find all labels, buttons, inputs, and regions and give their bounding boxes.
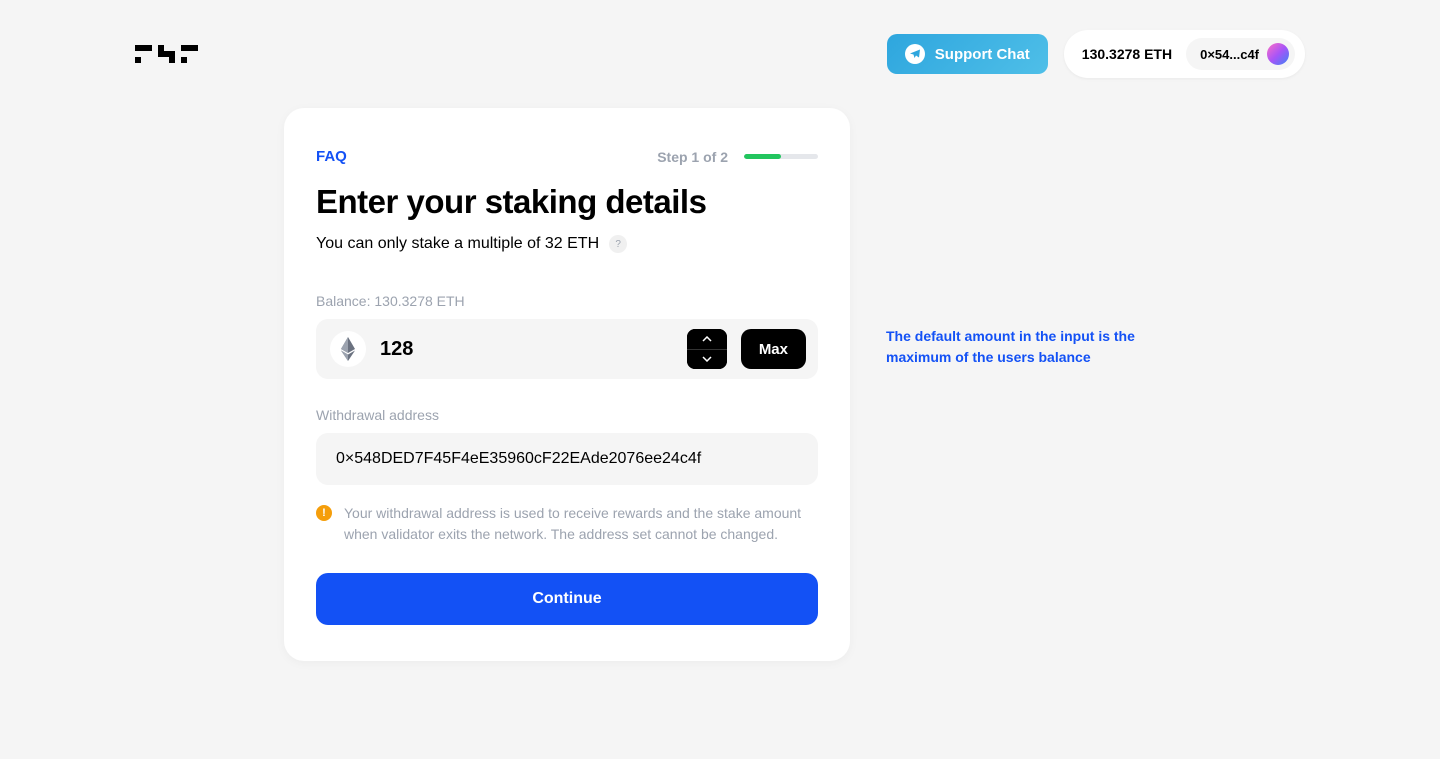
page-title: Enter your staking details xyxy=(316,183,818,221)
amount-input[interactable] xyxy=(380,338,673,361)
chevron-up-icon xyxy=(702,336,712,342)
subtitle-row: You can only stake a multiple of 32 ETH … xyxy=(316,235,818,253)
chevron-down-icon xyxy=(702,356,712,362)
progress-fill xyxy=(744,154,781,159)
wallet-info[interactable]: 130.3278 ETH 0×54...c4f xyxy=(1064,30,1305,78)
faq-link[interactable]: FAQ xyxy=(316,148,347,165)
step-indicator: Step 1 of 2 xyxy=(657,149,818,165)
help-icon[interactable]: ? xyxy=(609,235,627,253)
stepper-down-button[interactable] xyxy=(687,350,727,370)
app-header: Support Chat 130.3278 ETH 0×54...c4f xyxy=(0,0,1440,108)
wallet-balance: 130.3278 ETH xyxy=(1082,46,1172,62)
header-right: Support Chat 130.3278 ETH 0×54...c4f xyxy=(887,30,1305,78)
annotation-text: The default amount in the input is the m… xyxy=(886,326,1156,368)
amount-stepper xyxy=(687,329,727,369)
subtitle-text: You can only stake a multiple of 32 ETH xyxy=(316,235,599,253)
wallet-address-short: 0×54...c4f xyxy=(1200,47,1259,62)
withdrawal-address-input[interactable] xyxy=(316,433,818,485)
progress-bar xyxy=(744,154,818,159)
staking-card: FAQ Step 1 of 2 Enter your staking detai… xyxy=(284,108,850,661)
main-container: FAQ Step 1 of 2 Enter your staking detai… xyxy=(0,108,1440,661)
step-label: Step 1 of 2 xyxy=(657,149,728,165)
withdrawal-label: Withdrawal address xyxy=(316,407,818,423)
card-header: FAQ Step 1 of 2 xyxy=(316,148,818,165)
info-text: Your withdrawal address is used to recei… xyxy=(344,503,818,545)
support-chat-label: Support Chat xyxy=(935,46,1030,63)
logo-svg xyxy=(135,45,231,63)
stepper-up-button[interactable] xyxy=(687,329,727,349)
continue-button[interactable]: Continue xyxy=(316,573,818,625)
p2p-logo[interactable] xyxy=(135,45,231,63)
wallet-address-badge[interactable]: 0×54...c4f xyxy=(1186,38,1295,70)
warning-icon: ! xyxy=(316,505,332,521)
wallet-avatar xyxy=(1267,43,1289,65)
max-button[interactable]: Max xyxy=(741,329,806,369)
info-row: ! Your withdrawal address is used to rec… xyxy=(316,503,818,545)
support-chat-button[interactable]: Support Chat xyxy=(887,34,1048,74)
ethereum-icon xyxy=(330,331,366,367)
balance-label: Balance: 130.3278 ETH xyxy=(316,293,818,309)
amount-input-wrapper: Max xyxy=(316,319,818,379)
telegram-icon xyxy=(905,44,925,64)
